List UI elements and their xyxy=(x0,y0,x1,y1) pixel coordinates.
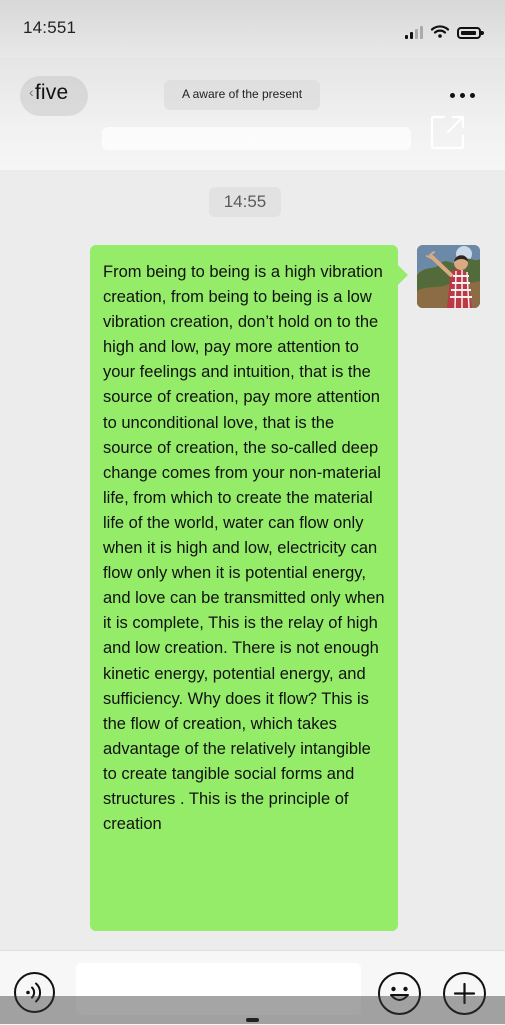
back-button[interactable]: ‹five xyxy=(29,81,68,105)
message-timestamp: 14:55 xyxy=(209,187,281,217)
plus-icon[interactable] xyxy=(443,972,486,1015)
input-bar xyxy=(0,950,505,1025)
status-time: 14:551 xyxy=(23,18,77,37)
message-bubble[interactable]: From being to being is a high vibration … xyxy=(90,245,398,931)
status-bar: 14:551 xyxy=(0,0,505,58)
share-out-icon[interactable] xyxy=(429,113,467,151)
emoji-icon[interactable] xyxy=(378,972,421,1015)
chat-title: A aware of the present xyxy=(181,87,303,101)
profile-photo-icon[interactable] xyxy=(417,245,480,308)
search-strip xyxy=(102,127,411,150)
voice-icon[interactable] xyxy=(14,972,55,1013)
back-label: five xyxy=(34,81,69,104)
more-dots-icon[interactable] xyxy=(450,93,475,98)
battery-icon xyxy=(457,27,484,39)
message-input[interactable] xyxy=(76,963,361,1015)
back-chevron-icon: ‹ xyxy=(29,84,34,100)
home-indicator[interactable] xyxy=(246,1018,259,1022)
message-text: From being to being is a high vibration … xyxy=(103,263,385,834)
signal-icon xyxy=(405,25,423,39)
status-icons xyxy=(405,19,484,39)
wifi-icon xyxy=(430,25,450,38)
